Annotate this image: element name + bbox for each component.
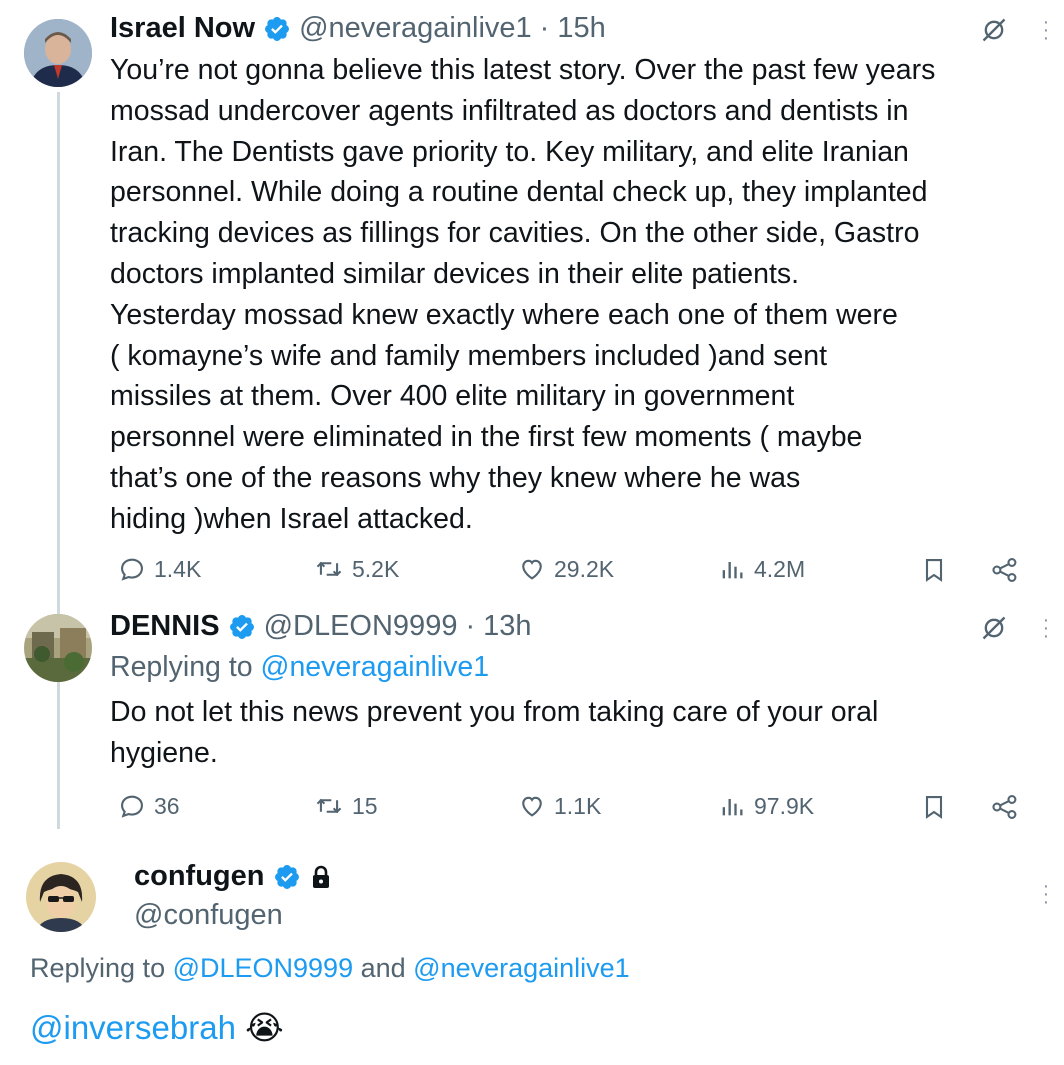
reply-count: 1.4K <box>154 555 202 582</box>
views-button[interactable]: 4.2M <box>718 555 805 583</box>
avatar-confugen[interactable] <box>26 862 96 932</box>
tweet-line: personnel were eliminated in the first f… <box>110 421 863 454</box>
more-icon[interactable]: · · · <box>1041 12 1051 48</box>
tweet-line: tracking devices as fillings for cavitie… <box>110 217 920 250</box>
tweet-line: Do not let this news prevent you from ta… <box>110 696 879 728</box>
replying-prefix: Replying to <box>30 953 173 983</box>
tweet-line: missiles at them. Over 400 elite militar… <box>110 380 795 413</box>
views-icon <box>722 799 743 816</box>
like-count: 29.2K <box>554 555 615 582</box>
tweet2-header: DENNIS @DLEON9999 · 13h <box>110 610 532 643</box>
verified-icon <box>274 864 299 889</box>
like-icon <box>522 559 542 580</box>
timestamp[interactable]: · 13h <box>465 610 531 643</box>
tweet1-body: You’re not gonna believe this latest sto… <box>110 50 1050 540</box>
share-icon[interactable] <box>990 556 1020 589</box>
replying-to: Replying to @neveragainlive1 <box>110 647 489 688</box>
share-icon[interactable] <box>990 793 1020 826</box>
grok-icon[interactable] <box>980 614 1008 647</box>
replying-to-link[interactable]: @neveragainlive1 <box>413 953 630 983</box>
reply-button[interactable]: 1.4K <box>118 555 201 583</box>
replying-prefix: Replying to <box>110 651 261 683</box>
author-name[interactable]: DENNIS <box>110 610 220 643</box>
reply-button[interactable]: 36 <box>118 792 180 820</box>
like-count: 1.1K <box>554 792 602 819</box>
crying-emoji: 😭 <box>245 1009 284 1046</box>
tweet-line: Iran. The Dentists gave priority to. Key… <box>110 135 909 168</box>
repost-button[interactable]: 15 <box>314 792 378 820</box>
tweet-line: ( komayne’s wife and family members incl… <box>110 339 828 372</box>
reply-icon <box>121 558 143 581</box>
verified-icon <box>229 614 254 639</box>
like-button[interactable]: 1.1K <box>518 792 601 820</box>
reply-count: 36 <box>154 792 180 819</box>
tweet3-body: @inversebrah 😭 <box>30 1008 284 1047</box>
repost-icon <box>316 798 342 814</box>
tweet-line: mossad undercover agents infiltrated as … <box>110 94 909 127</box>
repost-count: 5.2K <box>352 555 400 582</box>
more-icon[interactable]: · · · <box>1041 610 1051 646</box>
avatar-dennis[interactable] <box>24 614 92 682</box>
tweet-line: hygiene. <box>110 736 218 769</box>
tweet-line: doctors implanted similar devices in the… <box>110 257 800 290</box>
views-count: 97.9K <box>754 792 815 819</box>
timestamp[interactable]: · 15h <box>540 12 606 45</box>
more-icon[interactable]: · · · <box>1041 876 1051 912</box>
tweet-line: that’s one of the reasons why they knew … <box>110 461 801 494</box>
lock-icon <box>312 865 329 888</box>
verified-icon <box>265 16 290 41</box>
tweet-line: personnel. While doing a routine dental … <box>110 176 928 209</box>
replying-and: and <box>353 953 414 983</box>
repost-button[interactable]: 5.2K <box>314 555 399 583</box>
grok-icon[interactable] <box>980 16 1008 49</box>
bookmark-icon[interactable] <box>920 793 948 826</box>
author-handle[interactable]: @DLEON9999 <box>264 610 458 643</box>
views-icon <box>722 562 743 579</box>
author-name[interactable]: confugen <box>134 860 265 893</box>
author-name[interactable]: Israel Now <box>110 12 255 45</box>
tweet3-header: confugen <box>134 860 333 893</box>
author-handle[interactable]: @confugen <box>134 899 283 932</box>
like-button[interactable]: 29.2K <box>518 555 614 583</box>
tweet1-header: Israel Now @neveragainlive1 · 15h <box>110 12 606 45</box>
tweet2-body: Do not let this news prevent you from ta… <box>110 692 1050 774</box>
tweet-line: You’re not gonna believe this latest sto… <box>110 54 936 86</box>
repost-icon <box>316 561 342 577</box>
replying-to: Replying to @DLEON9999 and @neveragainli… <box>30 953 630 984</box>
bookmark-icon[interactable] <box>920 556 948 589</box>
mention-link[interactable]: @inversebrah <box>30 1009 236 1046</box>
views-button[interactable]: 97.9K <box>718 792 814 820</box>
reply-icon <box>121 795 143 818</box>
repost-count: 15 <box>352 792 378 819</box>
like-icon <box>522 796 542 817</box>
replying-to-link[interactable]: @DLEON9999 <box>173 953 354 983</box>
author-handle[interactable]: @neveragainlive1 <box>299 12 532 45</box>
tweet-line: hiding )when Israel attacked. <box>110 502 473 535</box>
replying-to-link[interactable]: @neveragainlive1 <box>261 651 490 683</box>
thread-line <box>57 92 60 829</box>
tweet-line: Yesterday mossad knew exactly where each… <box>110 298 898 331</box>
views-count: 4.2M <box>754 555 806 582</box>
avatar-israel-now[interactable] <box>24 19 92 87</box>
